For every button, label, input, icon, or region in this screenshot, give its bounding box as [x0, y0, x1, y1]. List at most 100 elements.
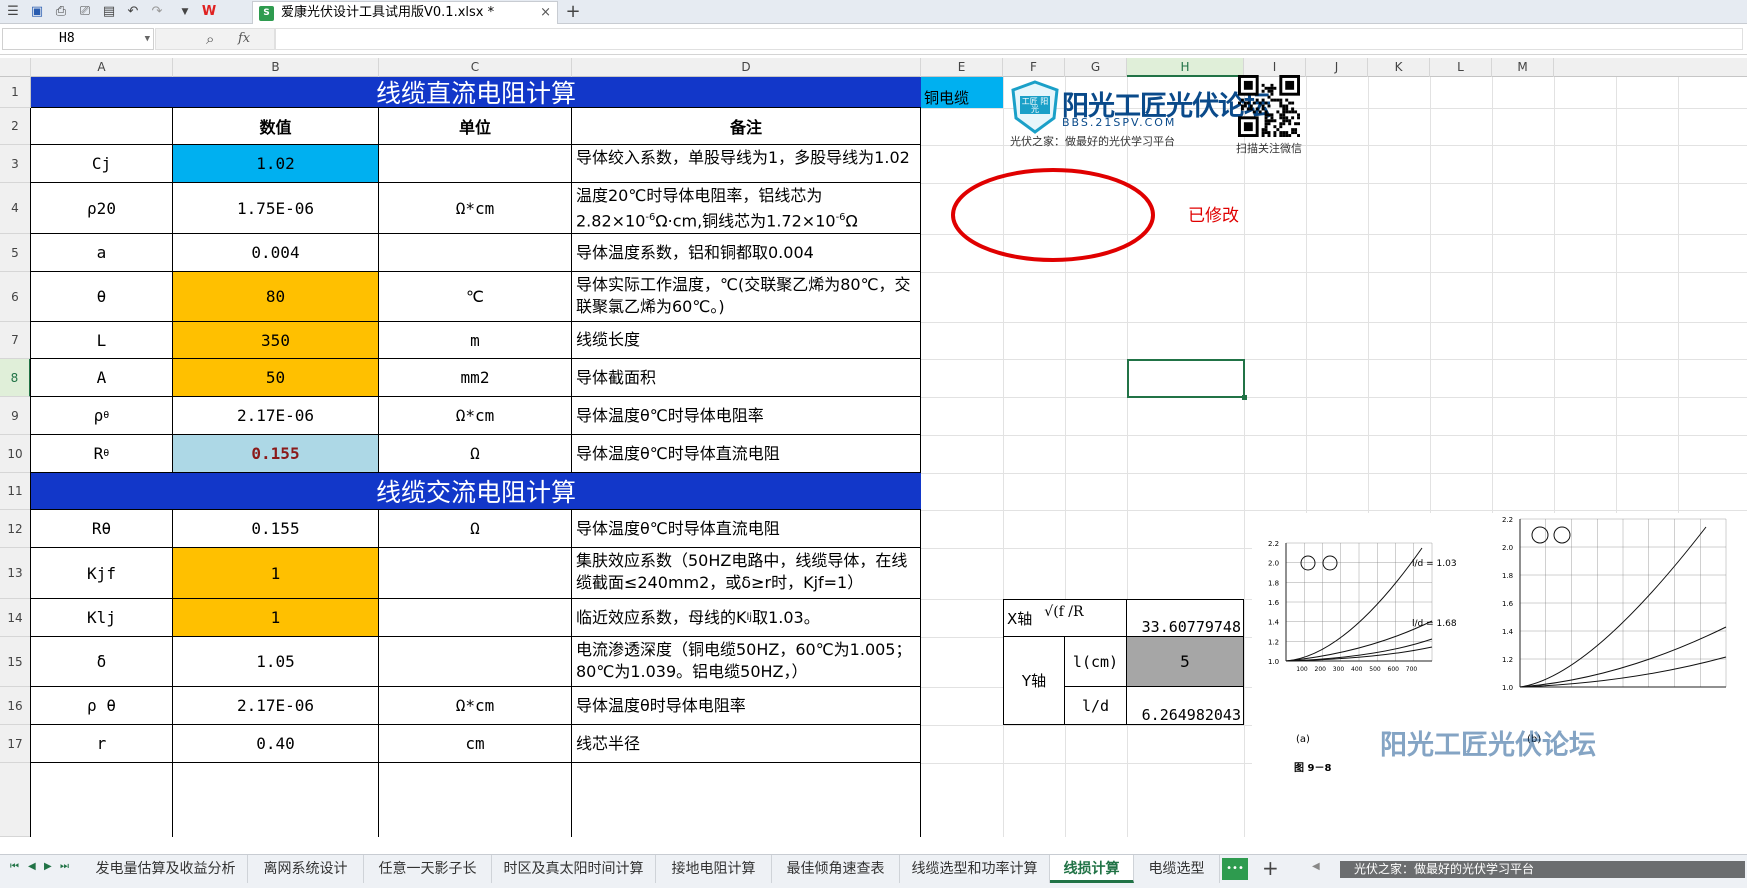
zoom-icon[interactable]: ⌕ [206, 30, 214, 48]
param-note[interactable]: 导体温度θ℃时导体直流电阻 [572, 435, 921, 473]
y-ld-value[interactable]: 6.264982043 [1127, 687, 1244, 725]
cell[interactable] [31, 108, 173, 145]
prev-sheet-icon[interactable]: ◀ [28, 861, 36, 872]
param-value-input[interactable]: 80 [173, 272, 379, 322]
row-header[interactable]: 13 [0, 548, 31, 599]
param-value[interactable]: 0.40 [173, 725, 379, 763]
param-note[interactable]: 集肤效应系数（50HZ电路中，线缆导体，在线缆截面≤240mm2，或δ≥r时，K… [572, 548, 921, 599]
sheet-tab[interactable]: 线缆选型和功率计算 [900, 855, 1050, 883]
param-name[interactable]: Rθ [31, 510, 173, 548]
first-sheet-icon[interactable]: ⏮ [10, 861, 19, 872]
row-header[interactable]: 4 [0, 183, 31, 234]
column-header[interactable]: A [31, 58, 173, 77]
param-note[interactable]: 温度20℃时导体电阻率，铝线芯为 2.82×10-6Ω·cm,铜线芯为1.72×… [572, 183, 921, 234]
param-value-input[interactable]: 1 [173, 599, 379, 637]
header-value[interactable]: 数值 [173, 108, 379, 145]
cell[interactable] [572, 763, 921, 837]
param-unit[interactable] [379, 599, 572, 637]
scroll-left-icon[interactable]: ◀ [1312, 861, 1320, 872]
sheet-tab[interactable]: 发电量估算及收益分析 [84, 855, 248, 883]
row-header[interactable]: 17 [0, 725, 31, 763]
sheet-tab[interactable]: 最佳倾角速查表 [772, 855, 900, 883]
dc-resistance-result[interactable]: 0.155 [173, 435, 379, 473]
param-name[interactable]: Kjf [31, 548, 173, 599]
param-name[interactable]: a [31, 234, 173, 272]
customize-toolbar-icon[interactable]: ▼ [176, 3, 194, 21]
param-name[interactable]: A [31, 359, 173, 397]
row-header-selected[interactable]: 8 [0, 359, 31, 397]
param-value[interactable]: 0.155 [173, 510, 379, 548]
param-unit[interactable]: mm2 [379, 359, 572, 397]
cell[interactable] [379, 763, 572, 837]
column-header[interactable]: D [572, 58, 921, 77]
column-header[interactable]: E [921, 58, 1003, 77]
column-header[interactable]: J [1306, 58, 1368, 77]
header-unit[interactable]: 单位 [379, 108, 572, 145]
sheet-tab[interactable]: 离网系统设计 [248, 855, 364, 883]
column-header[interactable]: L [1430, 58, 1492, 77]
y-l-value[interactable]: 5 [1127, 637, 1244, 687]
param-unit[interactable] [379, 145, 572, 183]
new-tab-icon[interactable]: + [564, 3, 582, 21]
column-header[interactable]: G [1065, 58, 1127, 77]
add-sheet-button[interactable]: + [1262, 856, 1279, 880]
param-value[interactable]: 1.02 [173, 145, 379, 183]
sheet-tab[interactable]: 电缆选型 [1134, 855, 1220, 883]
param-unit[interactable]: Ω*cm [379, 397, 572, 435]
param-value[interactable]: 2.17E-06 [173, 687, 379, 725]
param-name[interactable]: Cj [31, 145, 173, 183]
param-name[interactable]: ρ20 [31, 183, 173, 234]
close-tab-icon[interactable]: × [540, 2, 551, 24]
param-value-input[interactable]: 350 [173, 322, 379, 359]
select-all-corner[interactable] [0, 58, 31, 77]
ac-resistance-banner[interactable]: 线缆交流电阻计算 [31, 473, 921, 510]
column-header[interactable]: K [1368, 58, 1430, 77]
skin-effect-figure[interactable]: 2.2 2.0 1.8 1.6 1.4 1.2 1.0 100 200 300 400 500 600 7… [1252, 513, 1747, 837]
param-name[interactable]: r [31, 725, 173, 763]
print-preview-icon[interactable]: ▤ [100, 3, 118, 21]
param-note[interactable]: 临近效应系数，母线的K lj 取1.03。 [572, 599, 921, 637]
row-header[interactable]: 16 [0, 687, 31, 725]
param-name[interactable]: Rθ [31, 435, 173, 473]
row-header[interactable]: 2 [0, 108, 31, 145]
param-unit[interactable]: Ω [379, 435, 572, 473]
more-sheets-button[interactable]: ••• [1222, 858, 1248, 880]
sheet-tab[interactable]: 任意一天影子长 [364, 855, 492, 883]
x-axis-value[interactable]: 33.60779748 [1127, 599, 1244, 637]
fill-handle[interactable] [1242, 395, 1247, 400]
param-unit[interactable]: Ω [379, 510, 572, 548]
param-name[interactable]: ρ θ [31, 687, 173, 725]
sheet-tab[interactable]: 时区及真太阳时间计算 [492, 855, 656, 883]
save-icon[interactable]: ▣ [28, 3, 46, 21]
cell[interactable] [31, 763, 173, 837]
row-header[interactable]: 6 [0, 272, 31, 322]
row-header[interactable]: 11 [0, 473, 31, 510]
param-note[interactable]: 导体截面积 [572, 359, 921, 397]
param-value-input[interactable]: 50 [173, 359, 379, 397]
print-icon[interactable]: ⎚ [76, 3, 94, 21]
row-header[interactable]: 7 [0, 322, 31, 359]
name-box-dropdown-icon[interactable]: ▼ [145, 29, 150, 49]
param-unit[interactable]: ℃ [379, 272, 572, 322]
param-unit[interactable] [379, 548, 572, 599]
column-header[interactable]: F [1003, 58, 1065, 77]
row-header[interactable]: 14 [0, 599, 31, 637]
param-value-input[interactable]: 1 [173, 548, 379, 599]
name-box[interactable]: H8 ▼ [2, 28, 154, 50]
redo-icon[interactable]: ↷ [148, 3, 166, 21]
undo-icon[interactable]: ↶ [124, 3, 142, 21]
app-menu-icon[interactable]: ☰ [4, 3, 22, 21]
param-name[interactable]: δ [31, 637, 173, 687]
dc-resistance-banner[interactable]: 线缆直流电阻计算 [31, 77, 921, 108]
param-value[interactable]: 1.05 [173, 637, 379, 687]
row-header[interactable]: 15 [0, 637, 31, 687]
param-unit[interactable]: Ω*cm [379, 183, 572, 234]
param-unit[interactable]: Ω*cm [379, 687, 572, 725]
param-value[interactable]: 2.17E-06 [173, 397, 379, 435]
header-note[interactable]: 备注 [572, 108, 921, 145]
next-sheet-icon[interactable]: ▶ [44, 861, 52, 872]
param-value[interactable]: 1.75E-06 [173, 183, 379, 234]
column-header[interactable]: M [1492, 58, 1554, 77]
param-value[interactable]: 0.004 [173, 234, 379, 272]
param-note[interactable]: 电流渗透深度（铜电缆50HZ，60℃为1.005；80℃为1.039。铝电缆50… [572, 637, 921, 687]
